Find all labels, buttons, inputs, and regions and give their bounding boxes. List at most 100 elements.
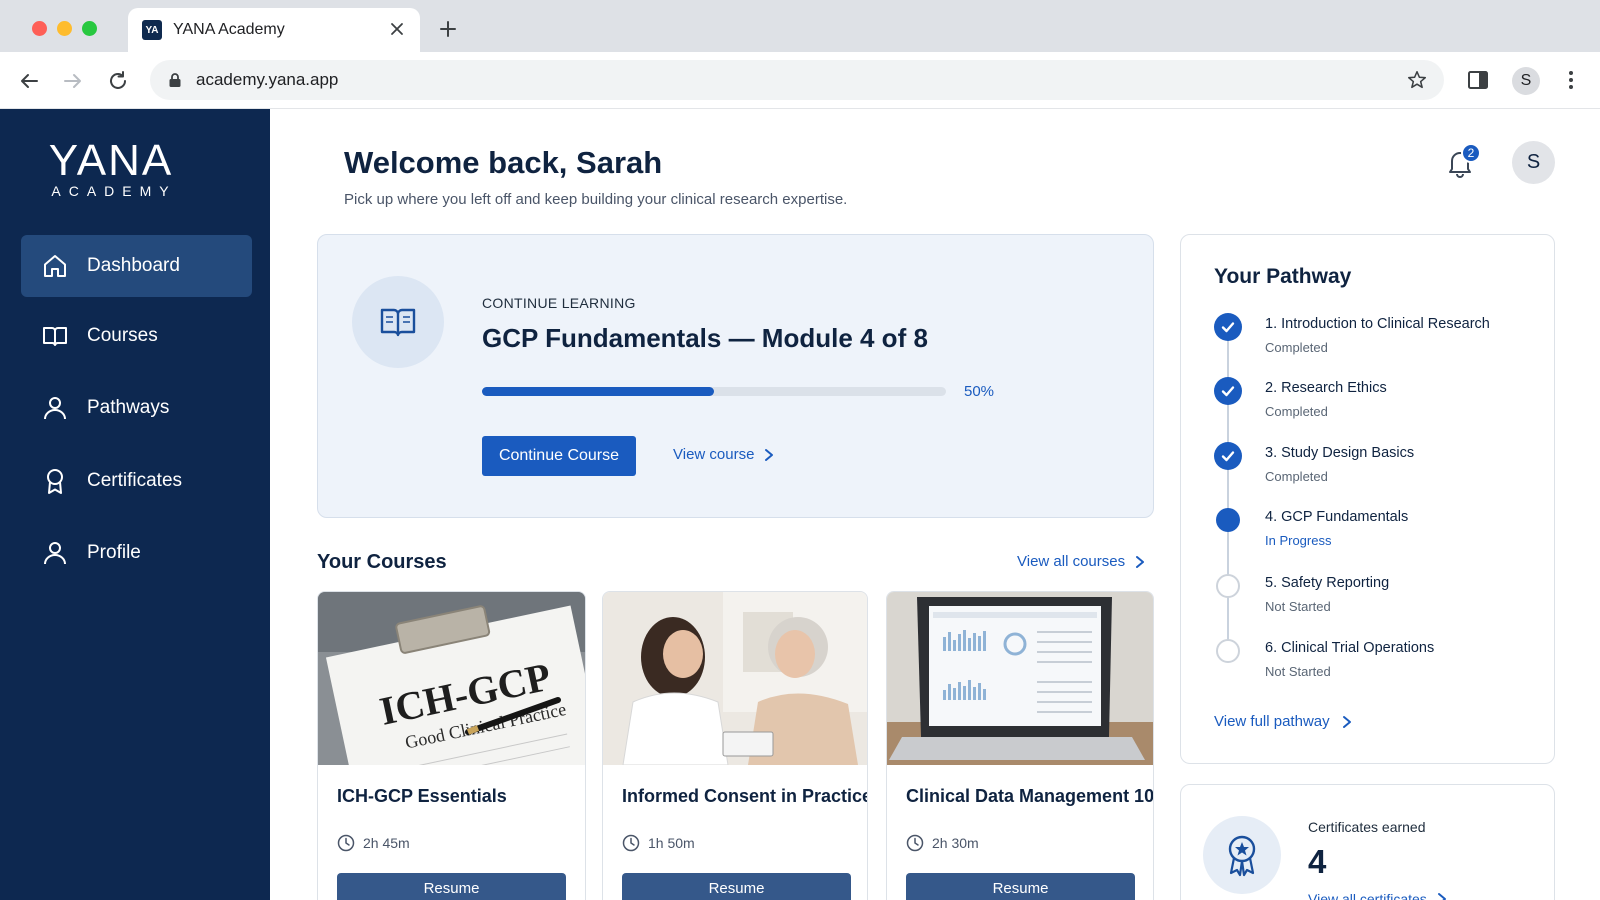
step-status: In Progress bbox=[1265, 533, 1332, 548]
certificates-card: Certificates earned 4 View all certifica… bbox=[1180, 784, 1555, 900]
step-name: 6. Clinical Trial Operations bbox=[1265, 640, 1435, 656]
chevron-right-icon bbox=[765, 448, 774, 461]
sidebar-item-pathways[interactable]: Pathways bbox=[21, 377, 252, 439]
page-title: Welcome back, Sarah bbox=[344, 145, 663, 180]
current-step-dot bbox=[1216, 508, 1240, 532]
browser-toolbar: academy.yana.app bbox=[0, 52, 1600, 109]
step-name: 4. GCP Fundamentals bbox=[1265, 509, 1409, 525]
clock-icon bbox=[337, 834, 355, 852]
course-duration-text: 2h 30m bbox=[932, 835, 979, 851]
sidebar-item-label: Profile bbox=[87, 542, 141, 563]
avatar[interactable]: S bbox=[1512, 141, 1555, 184]
reload-icon[interactable] bbox=[106, 69, 130, 93]
sidebar-item-courses[interactable]: Courses bbox=[21, 305, 252, 367]
view-course-link[interactable]: View course bbox=[673, 446, 774, 463]
window-minimize-button[interactable] bbox=[57, 21, 72, 36]
step-status: Completed bbox=[1265, 469, 1328, 484]
course-duration: 1h 50m bbox=[622, 834, 695, 852]
step-name: 5. Safety Reporting bbox=[1265, 575, 1390, 591]
check-icon bbox=[1214, 313, 1242, 341]
pathway-step[interactable]: 3. Study Design Basics Completed bbox=[1181, 442, 1554, 502]
continue-learning-card: CONTINUE LEARNING GCP Fundamentals — Mod… bbox=[317, 234, 1154, 518]
browser-profile-button[interactable]: S bbox=[1512, 67, 1540, 95]
course-image-consent-conversation bbox=[603, 592, 867, 765]
back-arrow-icon[interactable] bbox=[17, 69, 41, 93]
window-maximize-button[interactable] bbox=[82, 21, 97, 36]
course-card[interactable]: Informed Consent in Practice 1h 50m Resu… bbox=[602, 591, 868, 900]
course-progress-bar bbox=[482, 387, 946, 396]
step-status: Not Started bbox=[1265, 599, 1331, 614]
resume-button[interactable]: Resume bbox=[622, 873, 851, 900]
course-image-laptop-dashboard bbox=[887, 592, 1153, 765]
course-title: ICH-GCP Essentials bbox=[337, 786, 507, 806]
tab-title: YANA Academy bbox=[173, 21, 285, 38]
view-all-certificates-link[interactable]: View all certificates bbox=[1308, 891, 1447, 900]
browser-tab[interactable]: YA YANA Academy bbox=[128, 8, 420, 52]
sidebar-item-dashboard[interactable]: Dashboard bbox=[21, 235, 252, 297]
progress-percent: 50% bbox=[964, 383, 995, 400]
resume-button[interactable]: Resume bbox=[906, 873, 1135, 900]
clock-icon bbox=[906, 834, 924, 852]
sidebar-item-label: Dashboard bbox=[87, 255, 180, 276]
book-icon bbox=[352, 276, 444, 368]
logo-subtitle: ACADEMY bbox=[51, 183, 177, 199]
course-progress-fill bbox=[482, 387, 714, 396]
view-all-certificates-label: View all certificates bbox=[1308, 891, 1427, 900]
course-duration: 2h 45m bbox=[337, 834, 410, 852]
sidebar: YANA ACADEMY Dashboard Courses Pathways … bbox=[0, 109, 270, 900]
view-full-pathway-label: View full pathway bbox=[1214, 713, 1330, 730]
sidebar-item-profile[interactable]: Profile bbox=[21, 522, 252, 584]
page-subtitle: Pick up where you left off and keep buil… bbox=[344, 191, 848, 208]
chevron-right-icon bbox=[1136, 555, 1145, 568]
pending-step-dot bbox=[1216, 639, 1240, 663]
step-status: Not Started bbox=[1265, 664, 1331, 679]
check-icon bbox=[1214, 442, 1242, 470]
course-card[interactable]: Clinical Data Management 101 2h 30m Resu… bbox=[886, 591, 1154, 900]
chevron-right-icon bbox=[1342, 715, 1351, 728]
address-bar[interactable]: academy.yana.app bbox=[150, 60, 1444, 100]
course-title: Informed Consent in Practice bbox=[622, 786, 868, 806]
window-close-button[interactable] bbox=[32, 21, 47, 36]
view-course-label: View course bbox=[673, 446, 755, 463]
your-courses-heading: Your Courses bbox=[317, 551, 447, 573]
person-icon bbox=[40, 393, 70, 423]
step-name: 3. Study Design Basics bbox=[1265, 445, 1415, 461]
sidebar-item-certificates[interactable]: Certificates bbox=[21, 450, 252, 512]
notification-badge: 2 bbox=[1461, 143, 1481, 163]
certificates-count: 4 bbox=[1308, 843, 1327, 880]
lock-icon bbox=[169, 73, 181, 87]
step-status: Completed bbox=[1265, 340, 1328, 355]
pathway-step[interactable]: 6. Clinical Trial Operations Not Started bbox=[1181, 637, 1554, 697]
bookmark-star-icon[interactable] bbox=[1406, 69, 1428, 91]
ribbon-icon bbox=[40, 466, 70, 496]
course-duration-text: 1h 50m bbox=[648, 835, 695, 851]
pathway-step[interactable]: 1. Introduction to Clinical Research Com… bbox=[1181, 313, 1554, 373]
more-menu-icon[interactable] bbox=[1559, 68, 1583, 92]
step-name: 1. Introduction to Clinical Research bbox=[1265, 316, 1490, 332]
new-tab-icon[interactable] bbox=[438, 19, 458, 39]
course-duration-text: 2h 45m bbox=[363, 835, 410, 851]
view-full-pathway-link[interactable]: View full pathway bbox=[1214, 713, 1352, 730]
forward-arrow-icon[interactable] bbox=[61, 69, 85, 93]
browser-tab-bar: YA YANA Academy bbox=[0, 0, 1600, 52]
logo-wordmark: YANA bbox=[48, 136, 174, 185]
course-card[interactable]: ICH-GCP Good Clinical Practice ICH-GCP E… bbox=[317, 591, 586, 900]
favicon-icon: YA bbox=[142, 20, 162, 40]
book-icon bbox=[40, 321, 70, 351]
side-panel-icon[interactable] bbox=[1466, 68, 1490, 92]
course-title: Clinical Data Management 101 bbox=[906, 786, 1154, 806]
chevron-right-icon bbox=[1437, 893, 1446, 900]
view-all-courses-link[interactable]: View all courses bbox=[1017, 553, 1145, 570]
pathway-step[interactable]: 5. Safety Reporting Not Started bbox=[1181, 572, 1554, 632]
pathway-step[interactable]: 2. Research Ethics Completed bbox=[1181, 377, 1554, 437]
course-duration: 2h 30m bbox=[906, 834, 979, 852]
resume-button[interactable]: Resume bbox=[337, 873, 566, 900]
sidebar-item-label: Certificates bbox=[87, 470, 183, 491]
close-icon[interactable] bbox=[388, 20, 406, 38]
continue-course-button[interactable]: Continue Course bbox=[482, 436, 636, 476]
check-icon bbox=[1214, 377, 1242, 405]
certificates-label: Certificates earned bbox=[1308, 819, 1426, 835]
url-text: academy.yana.app bbox=[196, 70, 339, 89]
pathway-step[interactable]: 4. GCP Fundamentals In Progress bbox=[1181, 506, 1554, 566]
sidebar-item-label: Courses bbox=[87, 325, 158, 346]
